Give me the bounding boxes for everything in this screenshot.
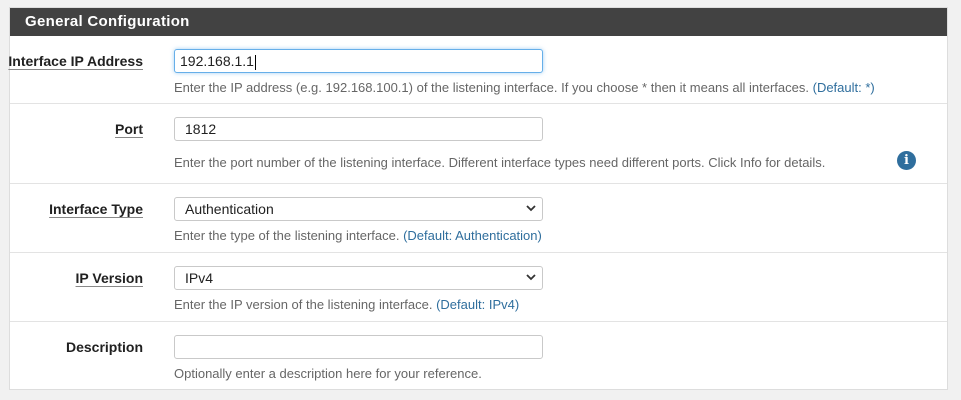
ip-version-default: (Default: IPv4) — [436, 297, 520, 312]
ip-address-input[interactable]: 192.168.1.1 — [174, 49, 543, 73]
ip-version-selected: IPv4 — [185, 270, 214, 286]
description-help: Optionally enter a description here for … — [174, 366, 482, 381]
description-help-text: Optionally enter a description here for … — [174, 366, 482, 381]
info-icon[interactable]: i — [897, 151, 916, 170]
ip-version-help: Enter the IP version of the listening in… — [174, 297, 519, 312]
port-help-text: Enter the port number of the listening i… — [174, 155, 826, 170]
ip-address-label: Interface IP Address — [8, 53, 143, 69]
interface-type-selected: Authentication — [185, 201, 274, 217]
port-value: 1812 — [185, 121, 217, 137]
ip-address-help: Enter the IP address (e.g. 192.168.100.1… — [174, 80, 875, 95]
ip-address-row: Interface IP Address 192.168.1.1 Enter t… — [8, 36, 947, 104]
port-row: Port 1812 Enter the port number of the l… — [10, 104, 947, 184]
interface-type-help-text: Enter the type of the listening interfac… — [174, 228, 400, 243]
interface-type-label: Interface Type — [49, 201, 143, 217]
ip-version-label: IP Version — [75, 270, 143, 286]
description-label: Description — [65, 339, 143, 355]
panel-title: General Configuration — [10, 8, 947, 36]
ip-address-default: (Default: *) — [812, 80, 875, 95]
port-input[interactable]: 1812 — [174, 117, 543, 141]
interface-type-row: Interface Type Authentication Enter the … — [10, 184, 947, 253]
ip-version-row: IP Version IPv4 Enter the IP version of … — [10, 253, 947, 322]
description-input[interactable] — [174, 335, 543, 359]
text-caret — [254, 54, 256, 70]
chevron-down-icon — [526, 205, 536, 212]
interface-type-select[interactable]: Authentication — [174, 197, 543, 221]
ip-address-help-text: Enter the IP address (e.g. 192.168.100.1… — [174, 80, 809, 95]
general-configuration-panel: General Configuration Interface IP Addre… — [8, 7, 948, 390]
interface-type-help: Enter the type of the listening interfac… — [174, 228, 542, 243]
port-label: Port — [115, 121, 143, 137]
ip-version-select[interactable]: IPv4 — [174, 266, 543, 290]
chevron-down-icon — [526, 274, 536, 281]
ip-version-help-text: Enter the IP version of the listening in… — [174, 297, 433, 312]
description-row: Description Optionally enter a descripti… — [10, 322, 947, 390]
interface-type-default: (Default: Authentication) — [403, 228, 542, 243]
ip-address-value: 192.168.1.1 — [180, 53, 254, 69]
port-help: Enter the port number of the listening i… — [174, 155, 825, 170]
